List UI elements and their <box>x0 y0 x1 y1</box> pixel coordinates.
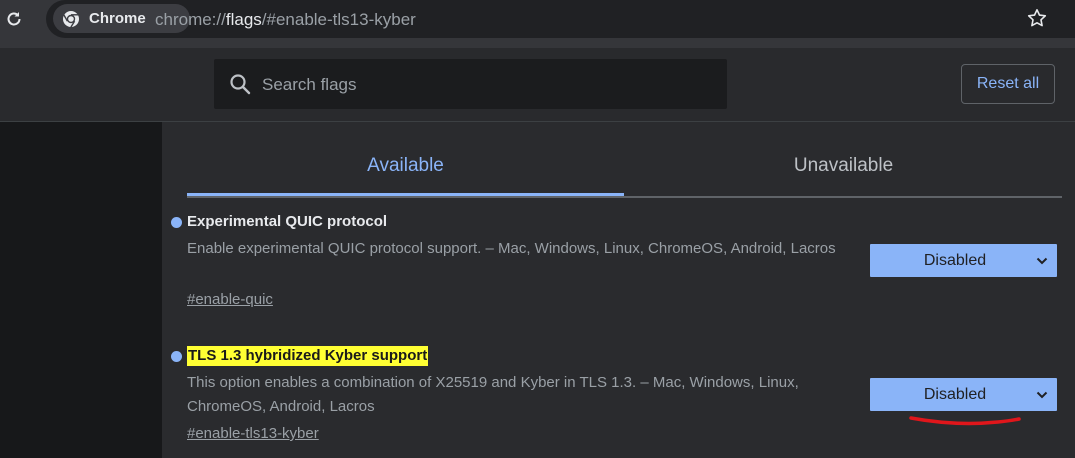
flags-main: Available Unavailable Experimental QUIC … <box>162 122 1075 458</box>
flag-state-value: Disabled <box>923 386 987 403</box>
tab-bar: Available Unavailable <box>187 122 1062 198</box>
flag-status-dot <box>171 217 182 228</box>
search-input[interactable] <box>260 72 704 98</box>
tab-available[interactable]: Available <box>187 122 624 196</box>
flag-description: Enable experimental QUIC protocol suppor… <box>187 240 836 257</box>
left-sidebar <box>0 122 162 458</box>
browser-toolbar: Chrome chrome://flags/#enable-tls13-kybe… <box>0 0 1075 48</box>
url-scheme: chrome:// <box>155 10 226 29</box>
search-icon <box>230 74 251 95</box>
flag-permalink[interactable]: #enable-quic <box>187 290 273 310</box>
flag-title: TLS 1.3 hybridized Kyber support <box>187 346 429 366</box>
flag-status-dot <box>171 351 182 362</box>
chevron-down-icon <box>1036 391 1048 399</box>
flag-state-select[interactable]: Disabled <box>870 378 1057 411</box>
url-text[interactable]: chrome://flags/#enable-tls13-kyber <box>155 10 416 30</box>
flag-state-value: Disabled <box>923 252 987 269</box>
flag-permalink[interactable]: #enable-tls13-kyber <box>187 424 319 444</box>
flags-header: Reset all <box>0 48 1075 122</box>
chrome-logo-icon <box>63 11 79 28</box>
tab-unavailable[interactable]: Unavailable <box>625 122 1062 196</box>
flag-state-select[interactable]: Disabled <box>870 244 1057 277</box>
url-host: flags <box>225 10 262 29</box>
url-path: /#enable-tls13-kyber <box>261 10 416 29</box>
reload-icon[interactable] <box>4 8 24 30</box>
chevron-down-icon <box>1036 257 1048 265</box>
bookmark-star-icon[interactable] <box>1027 8 1047 32</box>
red-underline-annotation <box>909 416 1021 426</box>
reset-all-button[interactable]: Reset all <box>961 64 1055 104</box>
address-bar[interactable]: Chrome chrome://flags/#enable-tls13-kybe… <box>46 0 1075 38</box>
flag-description: This option enables a combination of X25… <box>187 374 799 415</box>
site-chip-label: Chrome <box>89 10 146 27</box>
flag-title: Experimental QUIC protocol <box>187 213 388 230</box>
search-box[interactable] <box>214 59 727 109</box>
